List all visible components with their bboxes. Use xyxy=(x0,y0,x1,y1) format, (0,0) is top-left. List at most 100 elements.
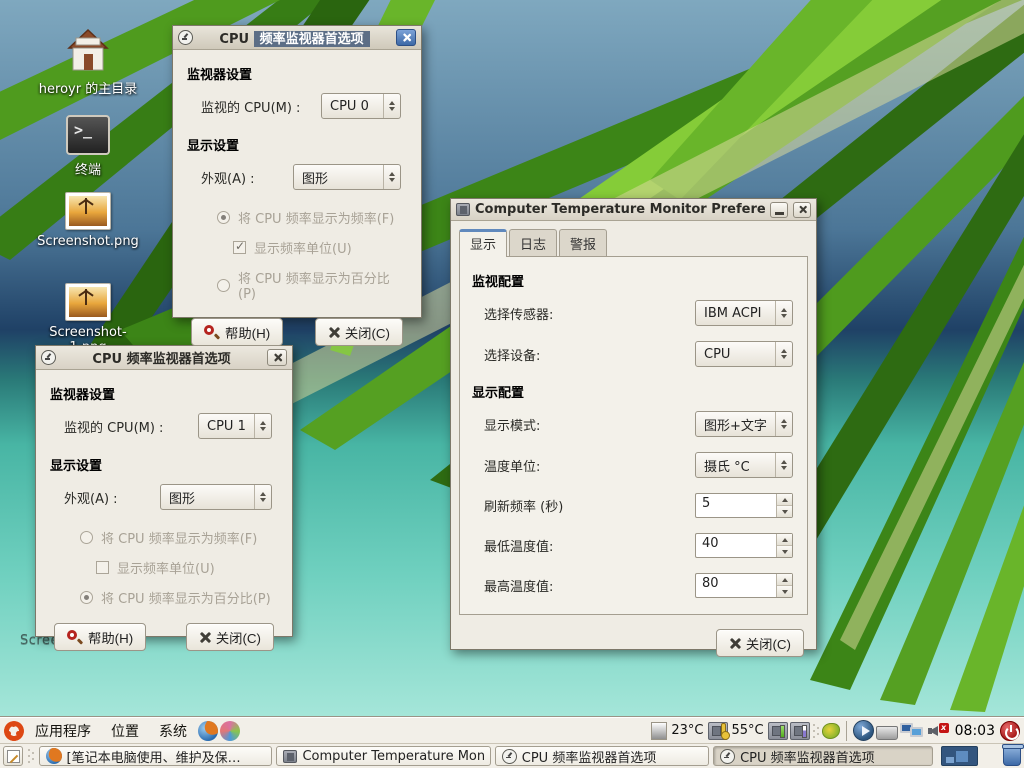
appearance-combobox[interactable]: 图形 xyxy=(293,164,401,190)
radio-show-as-percentage[interactable]: 将 CPU 频率显示为百分比(P) xyxy=(80,588,278,607)
display-mode-label: 显示模式: xyxy=(484,415,540,434)
spinner-buttons[interactable] xyxy=(776,534,792,557)
temp-unit-combobox[interactable]: 摄氏 °C xyxy=(695,452,793,478)
desktop-icon-label: Screenshot.png xyxy=(33,234,143,249)
tab-alarm[interactable]: 警报 xyxy=(559,229,607,256)
cpufreq-gauge-icon xyxy=(178,30,193,45)
desktop: heroyr 的主目录 >_ 终端 Screenshot.png Screens… xyxy=(0,0,1024,768)
home-icon xyxy=(65,28,111,74)
close-icon[interactable] xyxy=(793,202,811,218)
task-firefox-window[interactable]: [笔记本电脑使用、维护及保… xyxy=(39,746,273,766)
close-button[interactable]: 关闭(C) xyxy=(186,623,274,651)
app-launcher-icon[interactable] xyxy=(220,721,240,741)
show-desktop-button[interactable] xyxy=(3,746,23,766)
workspace-switcher[interactable] xyxy=(941,746,977,766)
max-temp-spinner[interactable]: 80 xyxy=(695,573,793,598)
desktop-icon-home[interactable]: heroyr 的主目录 xyxy=(33,28,143,97)
spinner-buttons[interactable] xyxy=(776,494,792,517)
combo-arrows-icon xyxy=(254,485,271,509)
checkbox-show-frequency-units[interactable]: 显示频率单位(U) xyxy=(96,558,278,577)
temp-monitor-icon xyxy=(456,203,470,216)
image-file-icon xyxy=(65,192,111,230)
desktop-icon-label: 终端 xyxy=(33,159,143,178)
combo-arrows-icon xyxy=(383,94,400,118)
minimize-icon[interactable] xyxy=(770,202,788,218)
help-icon xyxy=(67,630,82,645)
combo-arrows-icon xyxy=(254,414,271,438)
menu-panel: 应用程序 位置 系统 23°C 55°C x 08:03 xyxy=(0,717,1024,743)
task-cpufreq-prefs-2[interactable]: CPU 频率监视器首选项 xyxy=(713,746,933,766)
tasklist-grip-handle[interactable] xyxy=(27,747,35,765)
terminal-icon: >_ xyxy=(66,115,110,155)
printer-icon[interactable] xyxy=(876,726,898,740)
checkbox-show-frequency-units[interactable]: 显示频率单位(U) xyxy=(233,238,407,257)
appearance-label: 外观(A) : xyxy=(201,168,255,187)
spinner-buttons[interactable] xyxy=(776,574,792,597)
gauge-icon xyxy=(502,749,517,764)
temp-monitor-dialog: Computer Temperature Monitor Preferences… xyxy=(450,198,817,650)
sensor-applet-icon[interactable] xyxy=(822,723,840,739)
radio-show-as-percentage[interactable]: 将 CPU 频率显示为百分比(P) xyxy=(217,268,407,302)
chip-icon xyxy=(283,750,297,763)
menu-applications[interactable]: 应用程序 xyxy=(26,719,100,743)
titlebar[interactable]: Computer Temperature Monitor Preferences xyxy=(451,199,816,221)
section-monitor-settings: 监视器设置 xyxy=(50,384,278,403)
min-temp-spinner[interactable]: 40 xyxy=(695,533,793,558)
cpufreq-applet-graph[interactable] xyxy=(651,722,667,740)
refresh-rate-spinner[interactable]: 5 xyxy=(695,493,793,518)
appearance-combobox[interactable]: 图形 xyxy=(160,484,272,510)
checkbox-icon xyxy=(233,241,246,254)
window-title: Computer Temperature Monitor Preferences xyxy=(475,202,765,217)
task-temp-monitor-window[interactable]: Computer Temperature Moni… xyxy=(276,746,490,766)
max-temp-label: 最高温度值: xyxy=(484,576,553,595)
section-monitor-settings: 监视器设置 xyxy=(187,64,407,83)
monitored-cpu-combobox[interactable]: CPU 1 xyxy=(198,413,272,439)
media-play-icon[interactable] xyxy=(853,720,874,741)
combo-arrows-icon xyxy=(383,165,400,189)
power-button-icon[interactable] xyxy=(1000,721,1020,741)
menu-system[interactable]: 系统 xyxy=(150,719,196,743)
section-display-settings: 显示设置 xyxy=(50,455,278,474)
tab-content: 监视配置 选择传感器: IBM ACPI 选择设备: CPU 显示配置 显示模式… xyxy=(459,256,808,615)
menu-places[interactable]: 位置 xyxy=(102,719,148,743)
ubuntu-logo-icon[interactable] xyxy=(4,721,24,741)
tab-display[interactable]: 显示 xyxy=(459,229,507,257)
radio-show-as-frequency[interactable]: 将 CPU 频率显示为频率(F) xyxy=(80,528,278,547)
volume-muted-icon[interactable]: x xyxy=(928,721,950,741)
close-button[interactable]: 关闭(C) xyxy=(716,629,804,657)
desktop-icon-screenshot[interactable]: Screenshot.png xyxy=(33,192,143,249)
help-button[interactable]: 帮助(H) xyxy=(191,318,283,346)
close-button[interactable]: 关闭(C) xyxy=(315,318,403,346)
network-monitor-icon[interactable] xyxy=(900,721,926,741)
close-x-icon xyxy=(328,327,339,338)
cpu-freq-dialog-top: CPU 频率监视器首选项 监视器设置 监视的 CPU(M) : CPU 0 显示… xyxy=(172,25,422,318)
firefox-launcher-icon[interactable] xyxy=(198,721,218,741)
dialog-body: 监视器设置 监视的 CPU(M) : CPU 0 显示设置 外观(A) : 图形… xyxy=(173,50,421,358)
help-button[interactable]: 帮助(H) xyxy=(54,623,146,651)
titlebar[interactable]: CPU 频率监视器首选项 xyxy=(173,26,421,50)
monitored-cpu-combobox[interactable]: CPU 0 xyxy=(321,93,401,119)
checkbox-icon xyxy=(96,561,109,574)
chip-thermometer-icon[interactable] xyxy=(708,722,728,740)
close-icon[interactable] xyxy=(396,29,416,46)
desktop-icon-terminal[interactable]: >_ 终端 xyxy=(33,115,143,178)
panel-separator xyxy=(846,721,847,741)
window-title: CPU 频率监视器首选项 xyxy=(198,28,391,47)
combo-arrows-icon xyxy=(775,412,792,436)
task-cpufreq-prefs-1[interactable]: CPU 频率监视器首选项 xyxy=(495,746,709,766)
radio-show-as-frequency[interactable]: 将 CPU 频率显示为频率(F) xyxy=(217,208,407,227)
trash-icon[interactable] xyxy=(1003,746,1021,766)
sensor-combobox[interactable]: IBM ACPI xyxy=(695,300,793,326)
device-combobox[interactable]: CPU xyxy=(695,341,793,367)
applet-grip-handle[interactable] xyxy=(812,722,820,740)
display-mode-combobox[interactable]: 图形+文字 xyxy=(695,411,793,437)
section-monitor-config: 监视配置 xyxy=(472,271,795,290)
radio-icon xyxy=(80,531,93,544)
chip-green-bar-icon[interactable] xyxy=(768,722,788,740)
clock[interactable]: 08:03 xyxy=(955,723,995,739)
temp-unit-label: 温度单位: xyxy=(484,456,540,475)
tab-log[interactable]: 日志 xyxy=(509,229,557,256)
ambient-temp-text: 23°C xyxy=(671,723,703,738)
combo-arrows-icon xyxy=(775,453,792,477)
chip-purple-bar-icon[interactable] xyxy=(790,722,810,740)
